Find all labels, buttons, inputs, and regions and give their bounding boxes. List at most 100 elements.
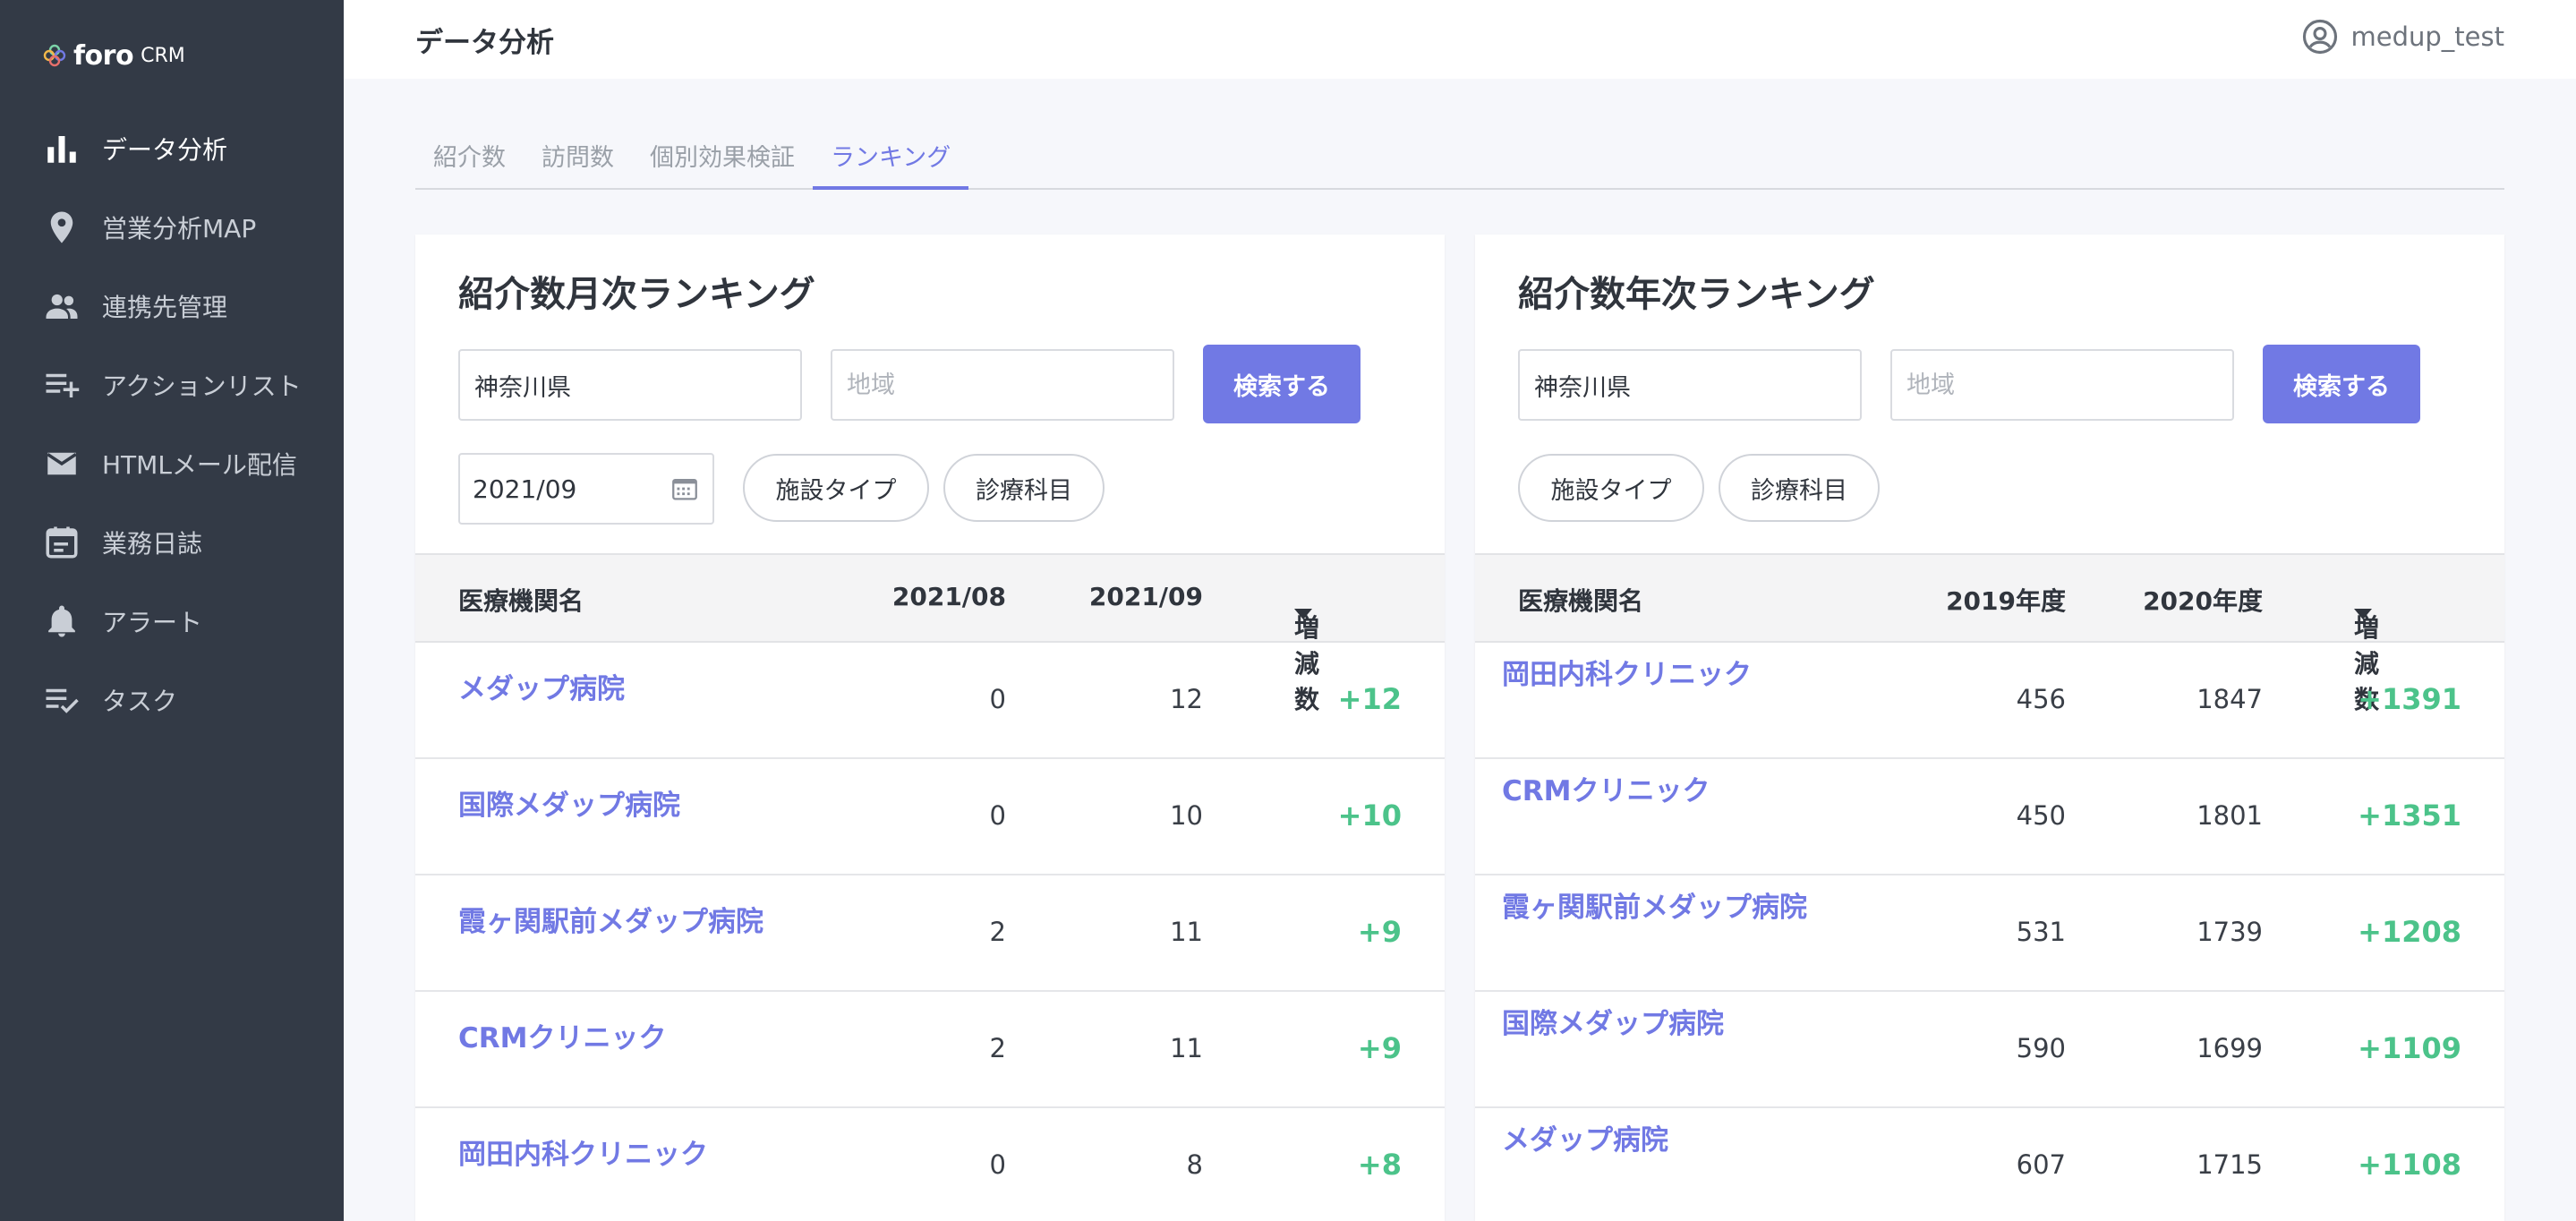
facility-link[interactable]: 霞ヶ関駅前メダップ病院 [458,899,763,939]
facility-link[interactable]: 霞ヶ関駅前メダップ病院 [1502,884,1807,925]
sidebar-item-label: データ分析 [102,135,228,165]
prefecture-input[interactable] [1518,349,1862,421]
facility-link[interactable]: CRMクリニック [458,1015,666,1055]
facility-link[interactable]: 岡田内科クリニック [1502,652,1752,692]
bar-chart-icon [47,136,76,163]
card-title: 紹介数年次ランキング [1518,274,1875,315]
cell-prev: 450 [2016,800,2066,831]
cell-current: 11 [1170,917,1203,947]
month-value: 2021/09 [473,474,577,504]
account-circle-icon [2302,19,2337,55]
cell-current: 1801 [2196,800,2263,831]
cell-prev: 607 [2016,1149,2066,1180]
table-header: 医療機関名 2021/08 2021/09 増減数 [415,553,1445,714]
column-header-name: 医療機関名 [458,586,584,616]
sidebar-item-data-analysis[interactable]: データ分析 [0,109,344,188]
cell-diff: +1208 [2358,915,2461,949]
column-header-current: 2020年度 [2143,586,2263,616]
column-header-current: 2021/09 [1088,582,1203,611]
column-header-prev: 2019年度 [1946,586,2066,616]
calendar-icon [672,478,697,500]
sidebar-nav: データ分析 営業分析MAP 連携先管理 アクションリスト HTMLメール配信 業… [0,109,344,739]
cell-diff: +9 [1357,1031,1402,1065]
prefecture-input[interactable] [458,349,802,421]
sidebar-item-alert[interactable]: アラート [0,582,344,661]
monthly-ranking-card: 紹介数月次ランキング 検索する 2021/09 施設タイプ 診療科目 医療機関名… [415,235,1445,1221]
username: medup_test [2350,21,2504,52]
sidebar-item-label: アクションリスト [102,371,302,401]
tab-effect-verification[interactable]: 個別効果検証 [632,131,813,190]
search-button[interactable]: 検索する [1203,345,1361,423]
facility-type-filter[interactable]: 施設タイプ [743,454,929,522]
cell-prev: 531 [2016,917,2066,947]
facility-link[interactable]: 国際メダップ病院 [1502,1001,1724,1041]
cell-current: 1847 [2196,684,2263,714]
cell-prev: 456 [2016,684,2066,714]
sidebar-item-work-log[interactable]: 業務日誌 [0,503,344,582]
cell-current: 1699 [2196,1033,2263,1063]
cell-diff: +12 [1337,682,1402,716]
user-menu[interactable]: medup_test [2301,18,2504,56]
ranking-table: 医療機関名 2019年度 2020年度 増減数 岡田内科クリニック 456 18… [1475,553,2504,1221]
cell-diff: +8 [1357,1148,1402,1182]
facility-link[interactable]: 岡田内科クリニック [458,1131,708,1172]
table-row: メダップ病院 0 12 +12 [415,643,1445,759]
department-filter[interactable]: 診療科目 [943,454,1105,522]
sidebar-item-label: HTMLメール配信 [102,450,297,480]
cell-current: 8 [1186,1149,1203,1180]
sort-desc-icon [1294,609,1312,619]
table-row: 岡田内科クリニック 456 1847 +1391 [1475,643,2504,759]
people-icon [46,294,78,319]
column-header-name: 医療機関名 [1518,586,1644,616]
cell-prev: 590 [2016,1033,2066,1063]
cell-diff: +10 [1337,798,1402,832]
column-header-prev: 2021/08 [891,582,1006,611]
sidebar-item-task[interactable]: タスク [0,661,344,739]
sidebar-item-action-list[interactable]: アクションリスト [0,346,344,424]
sort-desc-icon [2354,609,2372,619]
tab-referrals[interactable]: 紹介数 [415,131,524,190]
cell-current: 1739 [2196,917,2263,947]
tab-ranking[interactable]: ランキング [813,131,969,190]
table-row: 国際メダップ病院 0 10 +10 [415,759,1445,875]
cell-prev: 2 [989,917,1006,947]
region-input[interactable] [1890,349,2234,421]
cell-diff: +1108 [2358,1148,2461,1182]
table-row: メダップ病院 607 1715 +1108 [1475,1108,2504,1221]
cell-prev: 0 [989,800,1006,831]
sidebar: foro CRM データ分析 営業分析MAP 連携先管理 アクションリスト HT… [0,0,344,1221]
table-row: 霞ヶ関駅前メダップ病院 531 1739 +1208 [1475,875,2504,992]
sidebar-item-sales-map[interactable]: 営業分析MAP [0,188,344,267]
cell-diff: +9 [1357,915,1402,949]
facility-link[interactable]: 国際メダップ病院 [458,782,680,823]
cell-current: 1715 [2196,1149,2263,1180]
map-pin-icon [50,211,73,243]
analysis-tabs: 紹介数 訪問数 個別効果検証 ランキング [415,131,2504,190]
logo[interactable]: foro CRM [41,39,185,72]
cell-prev: 0 [989,684,1006,714]
cell-prev: 2 [989,1033,1006,1063]
sidebar-item-label: 連携先管理 [102,293,228,322]
sidebar-item-partners[interactable]: 連携先管理 [0,267,344,346]
search-button[interactable]: 検索する [2263,345,2420,423]
header: データ分析 medup_test [344,0,2576,79]
region-input[interactable] [831,349,1174,421]
cell-diff: +1391 [2358,682,2461,716]
facility-link[interactable]: メダップ病院 [458,666,625,706]
logo-text: foro [73,39,134,72]
cell-diff: +1109 [2358,1031,2461,1065]
sidebar-item-html-mail[interactable]: HTMLメール配信 [0,424,344,503]
cell-current: 10 [1170,800,1203,831]
cell-diff: +1351 [2358,798,2461,832]
cell-current: 12 [1170,684,1203,714]
department-filter[interactable]: 診療科目 [1719,454,1880,522]
calendar-icon [46,526,78,559]
card-title: 紹介数月次ランキング [458,274,815,315]
tab-visits[interactable]: 訪問数 [524,131,632,190]
month-picker[interactable]: 2021/09 [458,453,714,525]
sidebar-item-label: アラート [102,608,203,637]
mail-icon [47,452,77,475]
facility-link[interactable]: CRMクリニック [1502,768,1710,808]
facility-link[interactable]: メダップ病院 [1502,1117,1668,1157]
facility-type-filter[interactable]: 施設タイプ [1518,454,1704,522]
